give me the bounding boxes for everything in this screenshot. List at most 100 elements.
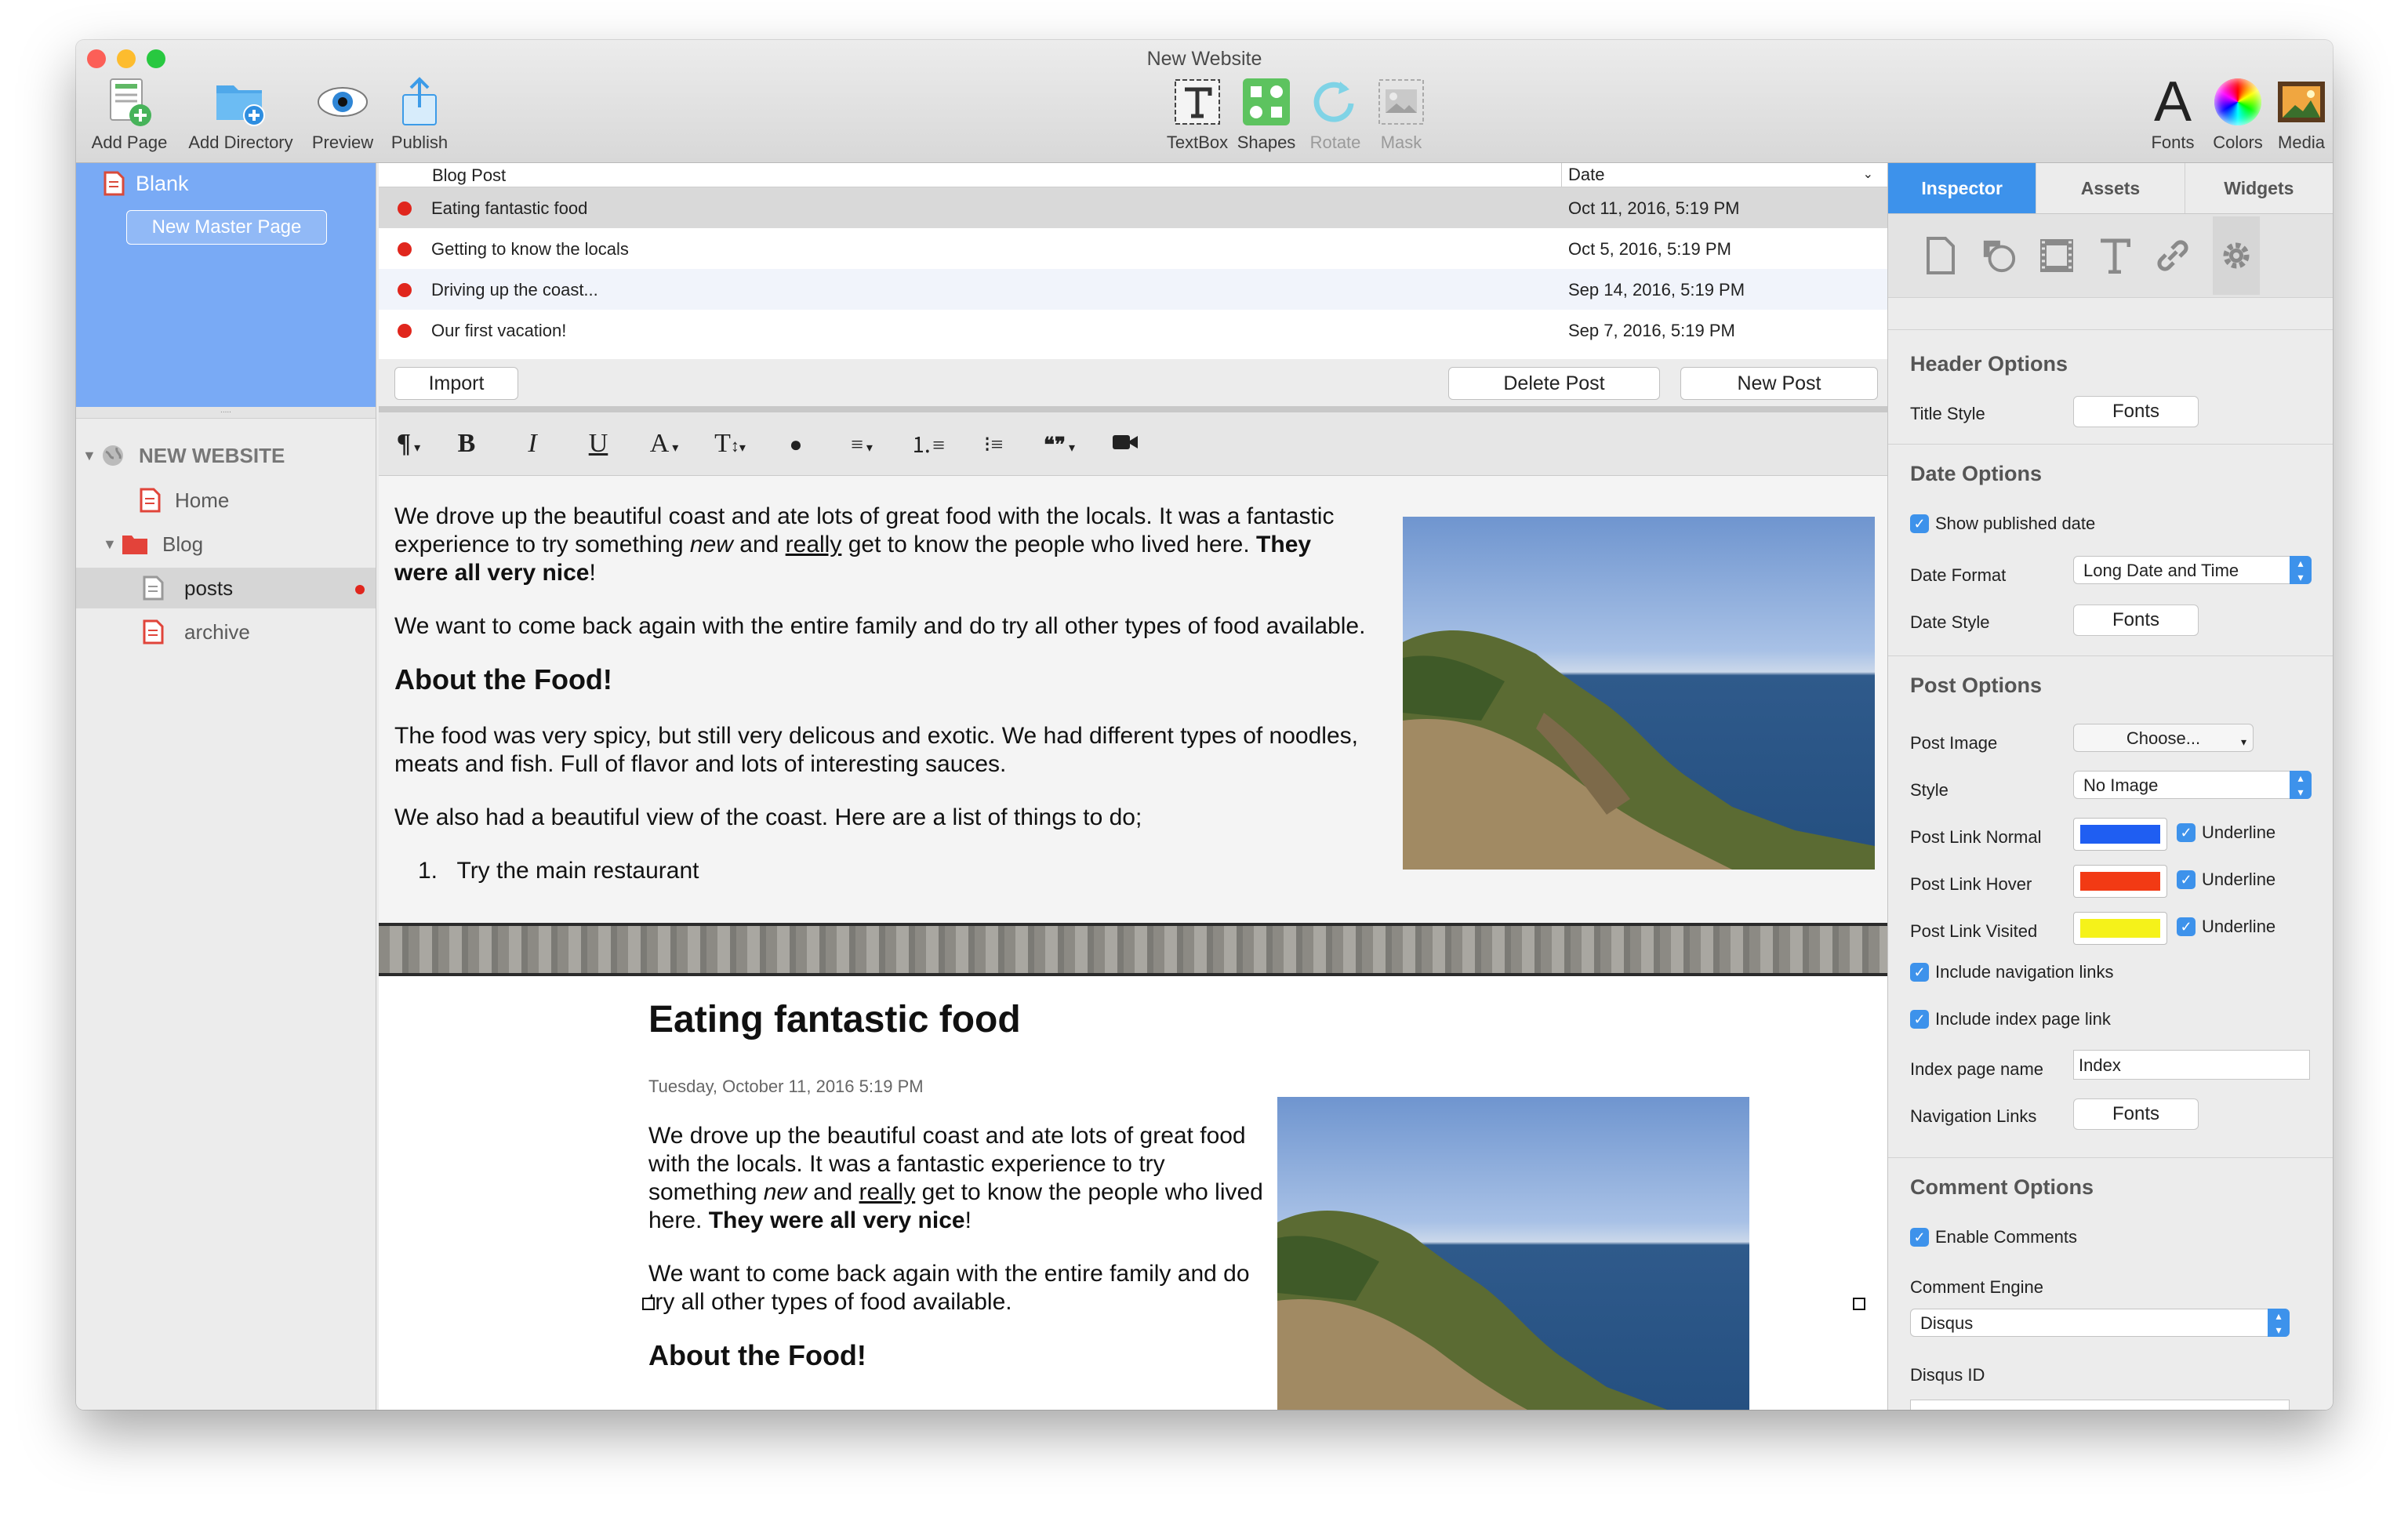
tab-widgets[interactable]: Widgets: [2185, 163, 2333, 213]
selection-handle[interactable]: [1853, 1298, 1865, 1310]
inspector-tabs: Inspector Assets Widgets: [1888, 163, 2333, 214]
italic-button[interactable]: I: [499, 429, 565, 459]
folder-add-icon: [213, 74, 268, 129]
tab-inspector[interactable]: Inspector: [1888, 163, 2037, 213]
publish-button[interactable]: Publish: [380, 74, 459, 153]
text-run: and: [806, 1179, 859, 1205]
document-icon[interactable]: [1923, 234, 1959, 277]
video-button[interactable]: [1092, 429, 1158, 459]
disclosure-triangle-icon[interactable]: ▼: [103, 536, 118, 553]
disclosure-triangle-icon[interactable]: ▼: [82, 448, 98, 464]
date-format-select[interactable]: Long Date and Time ▴ ▾: [2073, 556, 2312, 584]
bold-button[interactable]: B: [434, 429, 499, 459]
coast-photo-preview[interactable]: [1277, 1097, 1749, 1410]
selection-handle[interactable]: [642, 1298, 655, 1310]
link-normal-underline-checkbox[interactable]: ✓ Underline: [2177, 822, 2275, 843]
paragraph-icon: ¶: [396, 429, 412, 458]
master-page-blank[interactable]: Blank: [103, 171, 189, 196]
align-button[interactable]: ≡ ▾: [829, 429, 895, 459]
include-index-checkbox[interactable]: ✓ Include index page link: [1910, 1009, 2111, 1029]
post-title: Driving up the coast...: [431, 280, 598, 300]
preview-title: Eating fantastic food: [648, 999, 1021, 1040]
add-directory-button[interactable]: Add Directory: [178, 74, 303, 153]
quote-button[interactable]: ❝❞ ▾: [1026, 429, 1092, 459]
include-navigation-checkbox[interactable]: ✓ Include navigation links: [1910, 962, 2113, 982]
colors-button[interactable]: Colors: [2203, 74, 2273, 153]
split-handle[interactable]: .....: [76, 407, 376, 419]
text-color-button[interactable]: ●: [763, 429, 829, 459]
style-select[interactable]: No Image ▴ ▾: [2073, 771, 2312, 799]
color-fill: [2080, 825, 2160, 844]
editor-text[interactable]: We drove up the beautiful coast and ate …: [394, 503, 1367, 885]
underline-button[interactable]: U: [565, 429, 631, 459]
page-posts[interactable]: posts: [76, 568, 376, 608]
post-row[interactable]: Getting to know the locals Oct 5, 2016, …: [379, 228, 1887, 269]
sort-chevron-icon[interactable]: ⌄: [1863, 163, 1873, 187]
text-size-button[interactable]: T↕▾: [697, 429, 763, 459]
page-icon: [104, 171, 125, 196]
mask-button[interactable]: Mask: [1362, 74, 1440, 153]
unsaved-dot: [355, 585, 365, 594]
post-row[interactable]: Our first vacation! Sep 7, 2016, 5:19 PM: [379, 310, 1887, 350]
new-master-page-button[interactable]: New Master Page: [126, 210, 327, 245]
numbered-list-button[interactable]: ⒈≡: [895, 428, 961, 459]
editor-paragraph: We drove up the beautiful coast and ate …: [394, 503, 1367, 587]
date-style-fonts-button[interactable]: Fonts: [2073, 605, 2199, 636]
link-normal-color-well[interactable]: [2073, 818, 2167, 851]
tab-assets[interactable]: Assets: [2036, 163, 2185, 213]
preview-heading: About the Food!: [648, 1339, 866, 1371]
updown-chevron-icon: ▴ ▾: [2290, 556, 2312, 584]
import-button[interactable]: Import: [394, 367, 518, 400]
add-page-button[interactable]: Add Page: [90, 74, 169, 153]
post-row[interactable]: Driving up the coast... Sep 14, 2016, 5:…: [379, 269, 1887, 310]
post-image-choose-button[interactable]: Choose... ▾: [2073, 724, 2254, 752]
preview-paragraph: We want to come back again with the enti…: [648, 1261, 1250, 1315]
page-archive[interactable]: archive: [76, 612, 376, 652]
media-button[interactable]: Media: [2268, 74, 2333, 153]
disqus-id-field[interactable]: [1910, 1400, 2290, 1410]
post-title: Getting to know the locals: [431, 239, 629, 259]
shape-icon[interactable]: [1981, 234, 2017, 277]
enable-comments-checkbox[interactable]: ✓ Enable Comments: [1910, 1227, 2077, 1247]
link-hover-underline-checkbox[interactable]: ✓ Underline: [2177, 870, 2275, 890]
link-visited-underline-checkbox[interactable]: ✓ Underline: [2177, 917, 2275, 937]
post-date: Oct 11, 2016, 5:19 PM: [1568, 198, 1740, 218]
folder-icon: [122, 536, 147, 554]
post-date: Oct 5, 2016, 5:19 PM: [1568, 239, 1731, 259]
text-icon[interactable]: [2097, 234, 2133, 277]
page-preview[interactable]: Eating fantastic food Tuesday, October 1…: [379, 923, 1887, 1410]
column-date[interactable]: Date: [1561, 163, 1604, 187]
page-icon: [143, 619, 164, 644]
font-button[interactable]: A ▾: [631, 429, 697, 459]
comment-engine-select[interactable]: Disqus ▴ ▾: [1910, 1309, 2290, 1337]
column-blog-post[interactable]: Blog Post: [432, 165, 506, 186]
page-home[interactable]: Home: [76, 480, 376, 521]
fonts-button[interactable]: A Fonts: [2141, 71, 2204, 153]
gear-icon[interactable]: [2213, 216, 2260, 295]
textbox-button[interactable]: TextBox: [1158, 74, 1237, 153]
post-editor[interactable]: We drove up the beautiful coast and ate …: [379, 476, 1887, 923]
preview-button[interactable]: Preview: [303, 74, 382, 153]
shapes-button[interactable]: Shapes: [1227, 74, 1306, 153]
master-page-label: Blank: [136, 171, 189, 195]
link-visited-color-well[interactable]: [2073, 912, 2167, 945]
paragraph-style-button[interactable]: ¶ ▾: [383, 429, 434, 459]
post-row[interactable]: Eating fantastic food Oct 11, 2016, 5:19…: [379, 187, 1887, 228]
delete-post-button[interactable]: Delete Post: [1448, 367, 1660, 400]
inspector-panel: Inspector Assets Widgets Header Options …: [1887, 163, 2333, 1410]
film-icon[interactable]: [2039, 234, 2075, 277]
page-blog[interactable]: ▼ Blog: [76, 524, 376, 565]
post-date: Sep 7, 2016, 5:19 PM: [1568, 321, 1735, 340]
navigation-links-fonts-button[interactable]: Fonts: [2073, 1098, 2199, 1130]
show-published-date-checkbox[interactable]: ✓ Show published date: [1910, 514, 2095, 534]
coast-photo[interactable]: [1403, 517, 1875, 870]
index-page-name-field[interactable]: Index: [2073, 1050, 2310, 1080]
updown-chevron-icon: ▴ ▾: [2290, 771, 2312, 799]
link-icon[interactable]: [2155, 234, 2191, 277]
new-post-button[interactable]: New Post: [1680, 367, 1878, 400]
title-style-fonts-button[interactable]: Fonts: [2073, 396, 2199, 427]
link-hover-color-well[interactable]: [2073, 865, 2167, 898]
color-fill: [2080, 919, 2160, 938]
bullet-list-button[interactable]: ⁝≡: [961, 429, 1026, 459]
site-root[interactable]: ▼ NEW WEBSITE: [76, 435, 376, 476]
